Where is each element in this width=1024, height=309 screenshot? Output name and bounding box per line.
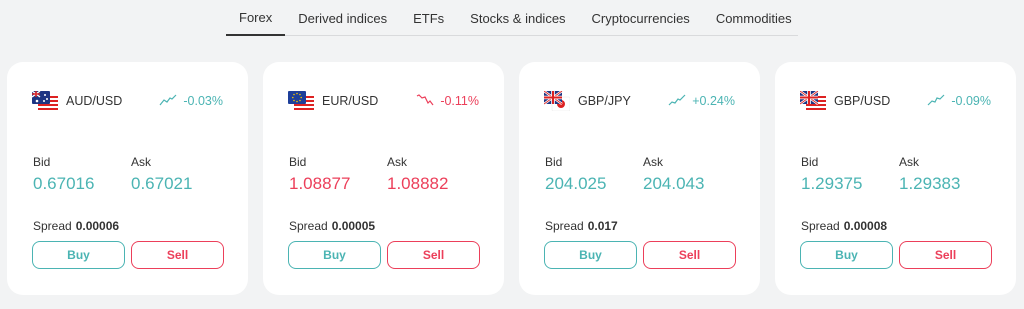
trade-buttons: Buy Sell	[288, 241, 480, 269]
ask-label: Ask	[131, 155, 152, 169]
sell-button[interactable]: Sell	[131, 241, 224, 269]
trade-buttons: Buy Sell	[32, 241, 224, 269]
market-tabs: Forex Derived indices ETFs Stocks & indi…	[226, 0, 798, 36]
quote-labels: Bid Ask	[289, 155, 485, 169]
ask-price: 1.29383	[899, 174, 961, 193]
price-change: -0.11%	[416, 93, 479, 109]
trend-up-icon	[159, 94, 177, 109]
spread-value: 0.00008	[843, 219, 888, 233]
ask-label: Ask	[643, 155, 664, 169]
bid-label: Bid	[545, 155, 563, 169]
bid-price: 1.08877	[289, 174, 351, 193]
change-value: -0.11%	[440, 94, 479, 108]
gbp-usd-flag-icon	[799, 90, 826, 111]
trend-up-icon	[927, 94, 945, 109]
card-header: GBP/JPY +0.24%	[543, 90, 735, 112]
sell-button[interactable]: Sell	[643, 241, 736, 269]
bid-price: 204.025	[545, 174, 607, 193]
instrument-card-eur-usd: EUR/USD -0.11% Bid Ask 1.08877 1.08882 S…	[263, 62, 504, 295]
trade-buttons: Buy Sell	[544, 241, 736, 269]
spread-label: Spread	[801, 219, 840, 233]
change-value: -0.09%	[951, 94, 991, 108]
ask-price: 0.67021	[131, 174, 193, 193]
spread: Spread 0.00006	[33, 219, 119, 233]
bid-label: Bid	[33, 155, 51, 169]
spread-label: Spread	[545, 219, 584, 233]
bid-price: 0.67016	[33, 174, 95, 193]
symbol-label: GBP/USD	[834, 94, 891, 108]
quote-prices: 1.08877 1.08882	[289, 174, 485, 194]
instrument-card-gbp-jpy: GBP/JPY +0.24% Bid Ask 204.025 204.043 S…	[519, 62, 760, 295]
ask-price: 1.08882	[387, 174, 449, 193]
aud-usd-flag-icon	[31, 90, 58, 111]
quote-labels: Bid Ask	[33, 155, 229, 169]
trend-down-icon	[416, 93, 434, 109]
spread: Spread 0.00005	[289, 219, 375, 233]
ask-price: 204.043	[643, 174, 705, 193]
buy-button[interactable]: Buy	[32, 241, 125, 269]
gbp-jpy-flag-icon	[543, 90, 571, 112]
trade-buttons: Buy Sell	[800, 241, 992, 269]
tab-derived-indices[interactable]: Derived indices	[285, 0, 400, 36]
price-change: -0.03%	[159, 94, 223, 109]
tab-stocks-indices[interactable]: Stocks & indices	[457, 0, 578, 36]
buy-button[interactable]: Buy	[800, 241, 893, 269]
spread-value: 0.00005	[331, 219, 376, 233]
price-change: +0.24%	[668, 94, 735, 109]
tab-cryptocurrencies[interactable]: Cryptocurrencies	[579, 0, 703, 36]
bid-label: Bid	[801, 155, 819, 169]
symbol-label: AUD/USD	[66, 94, 123, 108]
eur-usd-flag-icon	[288, 91, 314, 111]
symbol: EUR/USD	[288, 91, 378, 111]
ask-label: Ask	[899, 155, 920, 169]
symbol-label: GBP/JPY	[578, 94, 631, 108]
spread: Spread 0.017	[545, 219, 618, 233]
instrument-card-gbp-usd: GBP/USD -0.09% Bid Ask 1.29375 1.29383 S…	[775, 62, 1016, 295]
tab-forex[interactable]: Forex	[226, 0, 286, 36]
symbol: GBP/USD	[799, 90, 891, 111]
instrument-cards: AUD/USD -0.03% Bid Ask 0.67016 0.67021 S…	[7, 62, 1016, 295]
quote-prices: 0.67016 0.67021	[33, 174, 229, 194]
card-header: EUR/USD -0.11%	[288, 91, 479, 111]
spread: Spread 0.00008	[801, 219, 887, 233]
sell-button[interactable]: Sell	[387, 241, 480, 269]
buy-button[interactable]: Buy	[288, 241, 381, 269]
sell-button[interactable]: Sell	[899, 241, 992, 269]
card-header: AUD/USD -0.03%	[31, 90, 223, 111]
symbol-label: EUR/USD	[322, 94, 379, 108]
spread-value: 0.00006	[75, 219, 120, 233]
change-value: +0.24%	[692, 94, 735, 108]
bid-label: Bid	[289, 155, 307, 169]
quote-prices: 1.29375 1.29383	[801, 174, 997, 194]
spread-label: Spread	[33, 219, 72, 233]
trend-up-icon	[668, 94, 686, 109]
price-change: -0.09%	[927, 94, 991, 109]
spread-value: 0.017	[587, 219, 618, 233]
tab-commodities[interactable]: Commodities	[703, 0, 805, 36]
instrument-card-aud-usd: AUD/USD -0.03% Bid Ask 0.67016 0.67021 S…	[7, 62, 248, 295]
spread-label: Spread	[289, 219, 328, 233]
quote-prices: 204.025 204.043	[545, 174, 741, 194]
buy-button[interactable]: Buy	[544, 241, 637, 269]
change-value: -0.03%	[183, 94, 223, 108]
symbol: AUD/USD	[31, 90, 123, 111]
quote-labels: Bid Ask	[801, 155, 997, 169]
symbol: GBP/JPY	[543, 90, 631, 112]
quote-labels: Bid Ask	[545, 155, 741, 169]
ask-label: Ask	[387, 155, 408, 169]
card-header: GBP/USD -0.09%	[799, 90, 991, 111]
tab-etfs[interactable]: ETFs	[400, 0, 457, 36]
bid-price: 1.29375	[801, 174, 863, 193]
